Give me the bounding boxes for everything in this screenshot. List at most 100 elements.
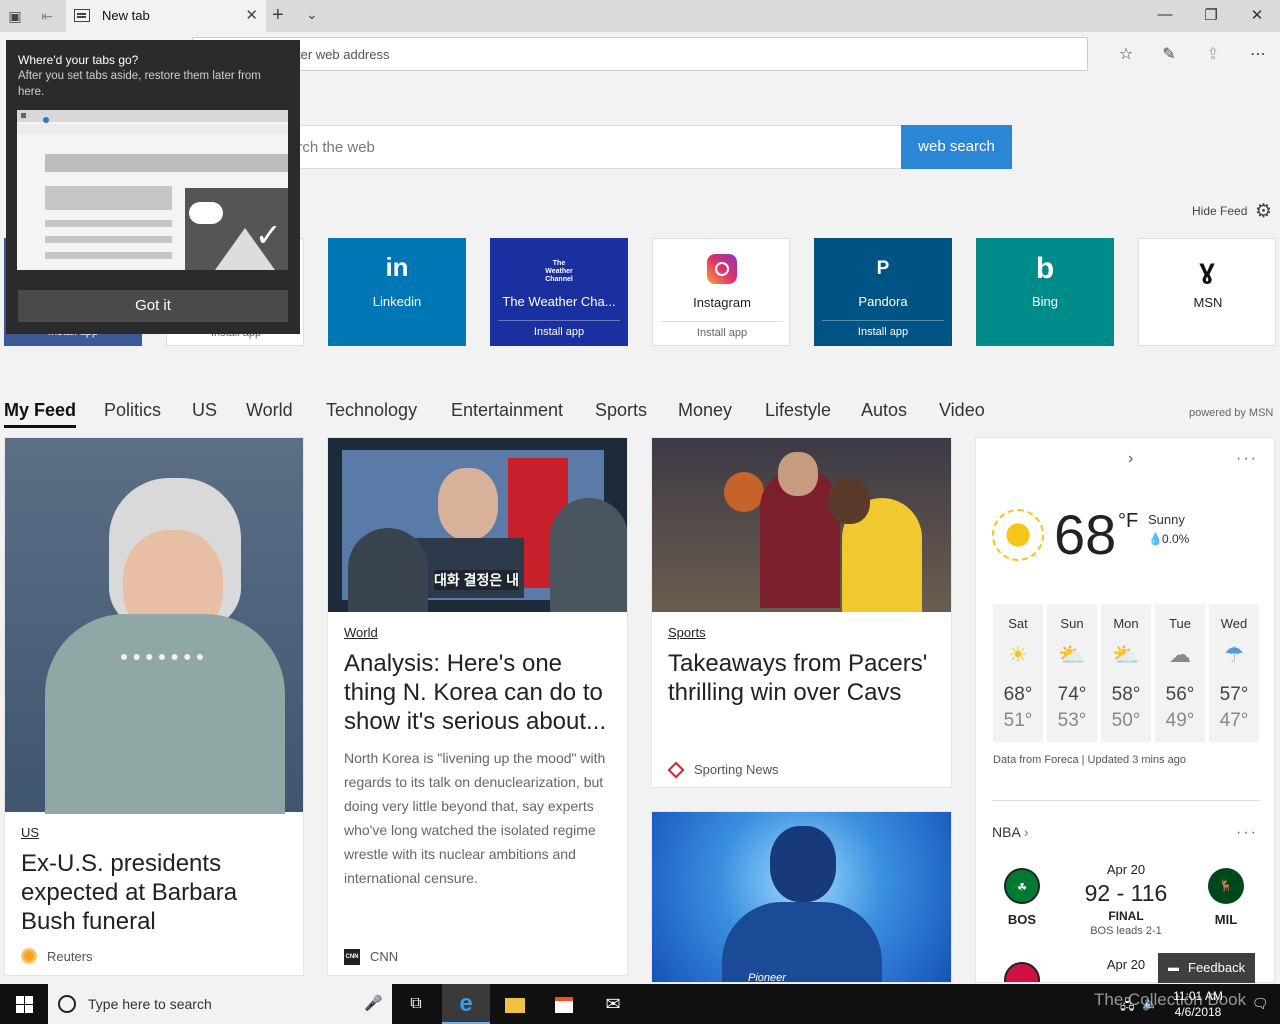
tile-weather-channel[interactable]: The Weather Channel The Weather Cha... I… [490,238,628,346]
more-options-icon[interactable]: ··· [1236,450,1258,468]
image-caption: 대화 결정은 내 [434,570,520,590]
article-card[interactable]: 대화 결정은 내 World Analysis: Here's one thin… [327,437,628,976]
celtics-logo-icon: ☘ [1004,868,1040,904]
article-headline[interactable]: Analysis: Here's one thing N. Korea can … [344,649,620,736]
article-card[interactable]: Sports Takeaways from Pacers' thrilling … [651,437,952,788]
article-image: 대화 결정은 내 [328,438,627,612]
forecast-low: 49° [1165,710,1195,731]
rain-icon: ☂ [1224,642,1244,667]
address-placeholder: ter web address [297,47,390,62]
minimize-icon[interactable]: — [1150,6,1180,23]
taskbar-search-placeholder: Type here to search [88,996,212,1012]
windows-start-icon[interactable] [0,984,48,1024]
gear-icon[interactable]: ⚙ [1255,200,1272,223]
tile-install-link[interactable]: Install app [498,320,620,338]
tabs-aside-icon[interactable]: ▣ [4,6,26,26]
nav-video[interactable]: Video [939,400,985,421]
new-tab-icon[interactable]: + [272,4,284,27]
article-category[interactable]: World [344,625,378,640]
set-tabs-aside-icon[interactable]: ⇤ [36,6,58,26]
forecast-high: 57° [1219,684,1249,705]
hide-feed-link[interactable]: Hide Feed [1192,204,1247,218]
forecast-low: 47° [1219,710,1249,731]
address-input[interactable]: ter web address [192,37,1088,71]
feedback-icon: ▬ [1168,962,1179,974]
nav-money[interactable]: Money [678,400,732,421]
temperature-unit[interactable]: °F [1118,510,1138,533]
nav-autos[interactable]: Autos [861,400,907,421]
nav-sports[interactable]: Sports [595,400,647,421]
nav-us[interactable]: US [192,400,217,421]
forecast-day[interactable]: Mon ⛅ 58° 50° [1101,604,1151,742]
nav-my-feed[interactable]: My Feed [4,400,77,428]
reuters-logo-icon [21,948,37,964]
chevron-right-icon[interactable]: › [1128,450,1133,468]
tile-install-link[interactable]: Install app [822,320,944,338]
nav-technology[interactable]: Technology [326,400,417,421]
article-headline[interactable]: Takeaways from Pacers' thrilling win ove… [668,649,938,707]
article-card[interactable]: Pioneer [651,811,952,983]
tile-pandora[interactable]: P Pandora Install app [814,238,952,346]
file-explorer-icon[interactable] [491,984,539,1024]
article-card[interactable]: US Ex-U.S. presidents expected at Barbar… [4,437,304,976]
close-tab-icon[interactable]: ✕ [245,6,258,24]
article-summary: North Korea is "livening up the mood" wi… [344,750,606,886]
tile-msn[interactable]: ɣ MSN [1138,238,1276,346]
search-placeholder: arch the web [289,139,375,156]
task-view-icon[interactable]: ⧉ [392,984,440,1024]
sun-icon [992,509,1044,561]
favorites-icon[interactable]: ☆ [1114,44,1138,64]
article-image: Pioneer [652,812,951,982]
forecast-day[interactable]: Tue ☁ 56° 49° [1155,604,1205,742]
close-window-icon[interactable]: ✕ [1242,6,1272,24]
restore-icon[interactable]: ❐ [1196,6,1226,24]
linkedin-icon: in [385,252,409,282]
game-score[interactable]: 92 - 116 [1076,880,1176,907]
store-icon[interactable] [540,984,588,1024]
tile-linkedin[interactable]: in Linkedin [328,238,466,346]
forecast-day[interactable]: Sat ☀ 68° 51° [993,604,1043,742]
nav-politics[interactable]: Politics [104,400,161,421]
popup-body: After you set tabs aside, restore them l… [18,70,261,98]
forecast-day-label: Sat [1008,616,1028,631]
msn-icon: ɣ [1199,253,1215,284]
more-options-icon[interactable]: ··· [1236,824,1258,842]
web-search-button[interactable]: web search [901,125,1012,169]
bucks-logo-icon: 🦌 [1208,868,1244,904]
partly-sunny-icon: ⛅ [1112,642,1140,667]
article-category[interactable]: US [21,825,39,840]
got-it-button[interactable]: Got it [18,290,288,322]
forecast-high: 68° [1003,684,1033,705]
forecast-low: 51° [1003,710,1033,731]
microphone-icon[interactable]: 🎤 [364,994,383,1012]
share-icon[interactable]: ⇪ [1201,44,1225,64]
nav-lifestyle[interactable]: Lifestyle [765,400,831,421]
chevron-down-icon[interactable]: ⌄ [306,6,318,23]
forecast-day[interactable]: Wed ☂ 57° 47° [1209,604,1259,742]
pen-icon[interactable]: ✎ [1157,44,1181,64]
mail-icon[interactable]: ✉ [589,984,637,1024]
cloud-icon: ☁ [1169,642,1191,667]
tile-install-link[interactable]: Install app [661,321,783,339]
tile-instagram[interactable]: Instagram Install app [652,238,790,346]
home-team: BOS [1007,912,1037,927]
article-headline[interactable]: Ex-U.S. presidents expected at Barbara B… [21,849,271,936]
action-center-icon[interactable]: 🗨 [1252,996,1269,1012]
article-category[interactable]: Sports [668,625,706,640]
edge-icon[interactable]: e [442,984,490,1024]
tile-bing[interactable]: b Bing [976,238,1114,346]
forecast-day[interactable]: Sun ⛅ 74° 53° [1047,604,1097,742]
nba-title[interactable]: NBA › [992,824,1029,840]
article-source: CNN [370,949,399,964]
taskbar-search-box[interactable]: Type here to search 🎤 [48,984,392,1024]
tile-label: The Weather Cha... [502,294,616,309]
more-icon[interactable]: ⋯ [1246,44,1270,64]
tab-new-tab[interactable]: New tab ✕ [66,0,266,32]
forecast-day-label: Wed [1220,616,1248,631]
feedback-button[interactable]: ▬ Feedback [1158,953,1255,983]
nav-entertainment[interactable]: Entertainment [451,400,563,421]
article-source: Sporting News [694,762,779,777]
nav-world[interactable]: World [246,400,293,421]
cortana-icon [58,995,76,1013]
weather-data-source[interactable]: Data from Foreca | Updated 3 mins ago [993,754,1186,766]
